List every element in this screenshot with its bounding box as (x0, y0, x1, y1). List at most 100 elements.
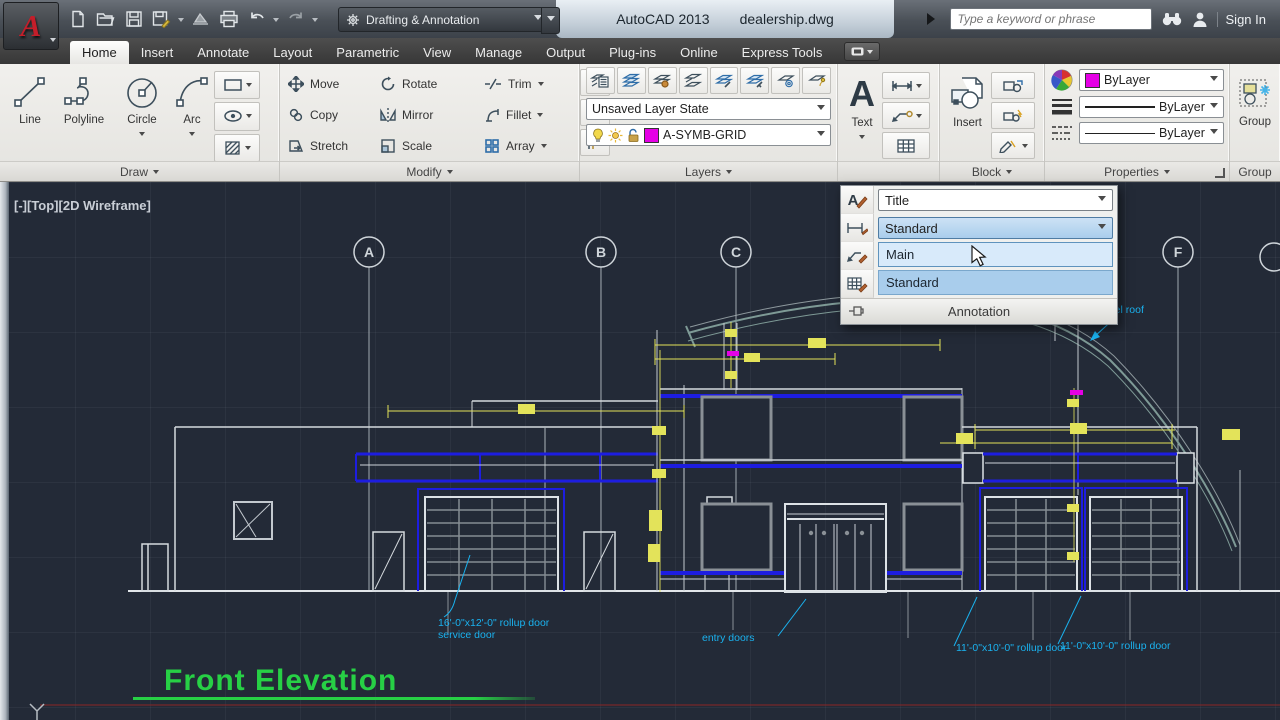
layer-unlock-icon[interactable] (627, 128, 640, 143)
redo-button[interactable] (284, 7, 307, 31)
sign-in-link[interactable]: Sign In (1217, 12, 1266, 27)
ellipse-tool-button[interactable] (214, 102, 260, 130)
arc-dropdown-icon[interactable] (189, 132, 195, 139)
text-dropdown-icon[interactable] (859, 135, 865, 142)
polyline-tool-button[interactable]: Polyline (54, 66, 114, 162)
plot-button[interactable] (189, 7, 212, 31)
tab-output[interactable]: Output (534, 41, 597, 64)
circle-tool-button[interactable]: Circle (114, 66, 170, 162)
hatch-tool-button[interactable] (214, 134, 260, 162)
leader-tool-button[interactable] (882, 102, 930, 129)
array-tool-button[interactable]: Array (484, 130, 580, 161)
tab-layout[interactable]: Layout (261, 41, 324, 64)
dim-style-option-main[interactable]: Main (878, 242, 1113, 267)
viewport-controls[interactable]: [-][Top][2D Wireframe] (14, 198, 151, 213)
object-color-combo[interactable]: ByLayer (1079, 69, 1224, 91)
block-editor-button[interactable] (991, 132, 1035, 159)
open-button[interactable] (94, 7, 117, 31)
table-tool-button[interactable] (882, 132, 930, 159)
tab-insert[interactable]: Insert (129, 41, 186, 64)
fillet-dropdown-icon[interactable] (537, 113, 543, 120)
modify-panel-label[interactable]: Modify (280, 161, 579, 181)
properties-dialog-launcher[interactable] (1215, 168, 1225, 178)
application-menu-button[interactable]: A (3, 2, 59, 50)
block-panel-label[interactable]: Block (940, 161, 1044, 181)
lineweight-icon[interactable] (1050, 97, 1074, 117)
move-icon (288, 76, 304, 92)
copy-tool-button[interactable]: Copy (288, 99, 380, 130)
fillet-tool-button[interactable]: Fillet (484, 99, 580, 130)
text-style-combo[interactable]: Title (878, 189, 1113, 211)
layer-state-combo[interactable]: Unsaved Layer State (586, 98, 831, 120)
tab-view[interactable]: View (411, 41, 463, 64)
annotation-panel-label[interactable] (838, 161, 939, 181)
workspace-extra-dropdown[interactable] (541, 7, 560, 34)
stretch-tool-button[interactable]: Stretch (288, 130, 380, 161)
user-icon[interactable] (1192, 11, 1208, 28)
trim-dropdown-icon[interactable] (538, 82, 544, 89)
layer-properties-button[interactable] (586, 67, 615, 94)
scale-tool-button[interactable]: Scale (380, 130, 484, 161)
tab-online[interactable]: Online (668, 41, 730, 64)
group-panel-label[interactable]: Group (1230, 161, 1280, 181)
layer-lock-button[interactable] (740, 67, 769, 94)
color-wheel-icon[interactable] (1050, 68, 1074, 92)
mirror-tool-button[interactable]: Mirror (380, 99, 484, 130)
ucs-icon[interactable] (30, 704, 44, 720)
print-button[interactable] (217, 7, 240, 31)
pin-icon[interactable] (848, 304, 864, 318)
lineweight-combo[interactable]: ByLayer (1079, 96, 1224, 118)
create-block-button[interactable] (991, 72, 1035, 99)
tab-parametric[interactable]: Parametric (324, 41, 411, 64)
trim-tool-button[interactable]: Trim (484, 68, 580, 99)
infocenter-expand-button[interactable] (927, 13, 941, 25)
layer-settings-button[interactable] (771, 67, 800, 94)
layer-combo[interactable]: A-SYMB-GRID (586, 124, 831, 146)
flyout-footer[interactable]: Annotation (841, 298, 1117, 324)
tab-express-tools[interactable]: Express Tools (730, 41, 835, 64)
insert-block-button[interactable]: Insert (944, 67, 991, 159)
save-split-arrow-icon[interactable] (178, 18, 184, 25)
new-button[interactable] (66, 7, 89, 31)
rectangle-tool-button[interactable] (214, 71, 260, 99)
save-as-button[interactable] (150, 7, 173, 31)
properties-panel-label[interactable]: Properties (1045, 161, 1229, 181)
line-tool-button[interactable]: Line (6, 66, 54, 162)
layer-color-swatch[interactable] (644, 128, 659, 143)
move-tool-button[interactable]: Move (288, 68, 380, 99)
tab-home[interactable]: Home (70, 41, 129, 64)
undo-split-arrow-icon[interactable] (273, 18, 279, 25)
rotate-tool-button[interactable]: Rotate (380, 68, 484, 99)
layer-on-bulb-icon[interactable] (592, 128, 604, 143)
search-input[interactable] (950, 8, 1152, 30)
undo-button[interactable] (245, 7, 268, 31)
save-button[interactable] (122, 7, 145, 31)
layer-states-button[interactable] (617, 67, 646, 94)
group-button[interactable]: Group (1237, 70, 1273, 128)
layer-thaw-sun-icon[interactable] (608, 128, 623, 143)
workspace-switcher[interactable]: Drafting & Annotation (338, 7, 550, 32)
dim-style-option-standard[interactable]: Standard (878, 270, 1113, 295)
redo-split-arrow-icon[interactable] (312, 18, 318, 25)
linetype-combo[interactable]: ByLayer (1079, 122, 1224, 144)
tab-plugins[interactable]: Plug-ins (597, 41, 668, 64)
ribbon-display-toggle-button[interactable] (844, 42, 880, 61)
draw-panel-label[interactable]: Draw (0, 161, 279, 181)
array-dropdown-icon[interactable] (541, 144, 547, 151)
layer-freeze-button[interactable] (710, 67, 739, 94)
tab-annotate[interactable]: Annotate (185, 41, 261, 64)
layer-isolate-button[interactable] (648, 67, 677, 94)
dimension-tool-button[interactable] (882, 72, 930, 99)
search-binoculars-icon[interactable] (1161, 10, 1183, 28)
gear-icon (346, 13, 360, 27)
linetype-icon[interactable] (1050, 123, 1074, 143)
arc-tool-button[interactable]: Arc (170, 66, 214, 162)
circle-dropdown-icon[interactable] (139, 132, 145, 139)
dimension-style-combo[interactable]: Standard (878, 217, 1113, 239)
layer-unisolate-button[interactable] (679, 67, 708, 94)
text-tool-button[interactable]: A Text (842, 67, 882, 159)
edit-attributes-button[interactable] (991, 102, 1035, 129)
layers-panel-label[interactable]: Layers (580, 161, 837, 181)
layer-walk-button[interactable] (802, 67, 831, 94)
tab-manage[interactable]: Manage (463, 41, 534, 64)
